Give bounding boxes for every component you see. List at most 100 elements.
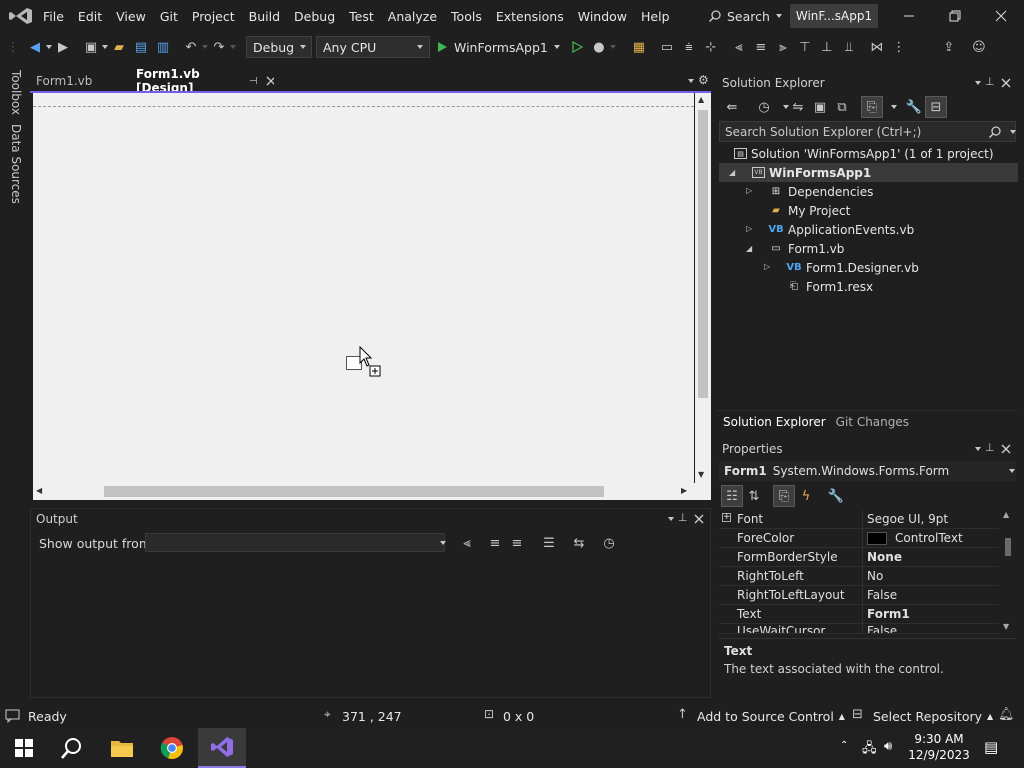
tree-solution[interactable]: ▤ Solution 'WinFormsApp1' (1 of 1 projec… [734, 144, 994, 163]
scroll-thumb[interactable] [1005, 538, 1011, 556]
sync-icon[interactable]: ⇋ [787, 96, 809, 118]
tree-form1[interactable]: ▭ Form1.vb [768, 239, 844, 258]
tab-order-icon[interactable]: ⩧ [678, 36, 700, 58]
output-source-select[interactable] [145, 533, 446, 552]
notification-center-icon[interactable]: ▤ [984, 738, 998, 756]
solution-configuration-select[interactable]: Debug [246, 36, 312, 58]
tab-overflow-icon[interactable] [688, 79, 694, 83]
property-pages-wrench-icon[interactable]: 🔧 [825, 485, 847, 507]
new-project-icon[interactable]: ▣ [80, 36, 102, 58]
tab-solution-explorer[interactable]: Solution Explorer [723, 415, 826, 429]
timestamp-icon[interactable]: ◷ [598, 532, 620, 554]
property-row-righttoleft[interactable]: RightToLeft No [719, 567, 999, 586]
taskbar-search-button[interactable] [48, 728, 96, 768]
network-icon[interactable]: 🖧︎ [862, 739, 877, 761]
menu-file[interactable]: File [36, 0, 71, 32]
collapse-all-icon[interactable]: ▣ [809, 96, 831, 118]
align-middles-icon[interactable]: ⊥ [816, 36, 838, 58]
tree-application-events[interactable]: VB ApplicationEvents.vb [768, 220, 914, 239]
next-message-icon[interactable]: ≡ [506, 532, 528, 554]
minimize-button[interactable] [886, 0, 932, 32]
toolbox-tab[interactable]: Toolbox [9, 70, 23, 115]
align-lefts-icon[interactable]: ⫷ [728, 36, 750, 58]
previous-message-icon[interactable]: ≡ [484, 532, 506, 554]
pin-icon[interactable]: ⊥ [985, 441, 995, 454]
align-rights-icon[interactable]: ⫸ [772, 36, 794, 58]
menu-build[interactable]: Build [242, 0, 287, 32]
menu-help[interactable]: Help [634, 0, 677, 32]
categorized-icon[interactable]: ☷ [721, 485, 743, 507]
redo-icon[interactable]: ↷ [208, 36, 230, 58]
property-row-text[interactable]: Text Form1 [719, 605, 999, 624]
visual-studio-logo-icon[interactable] [8, 6, 34, 26]
form-design-surface[interactable] [33, 107, 694, 483]
tab-form1-design[interactable]: Form1.vb [Design] ⊣ [130, 67, 280, 95]
property-row-usewaitcursor[interactable]: UseWaitCursor False [719, 624, 999, 634]
menu-test[interactable]: Test [342, 0, 381, 32]
expand-plus-icon[interactable]: + [722, 513, 731, 522]
property-row-forecolor[interactable]: ForeColor ControlText [719, 529, 999, 548]
pin-icon[interactable]: ⊥ [678, 511, 688, 524]
panel-menu-icon[interactable] [668, 517, 674, 521]
close-icon[interactable] [694, 514, 704, 524]
hot-reload-icon[interactable]: ● [588, 36, 610, 58]
navigate-forward-icon[interactable]: ▶ [52, 36, 74, 58]
expand-arrow-icon[interactable]: ▷ [764, 262, 774, 271]
properties-object-select[interactable]: Form1 System.Windows.Forms.Form [719, 461, 1016, 481]
tree-form1-designer[interactable]: VB Form1.Designer.vb [786, 258, 919, 277]
make-same-size-icon[interactable]: ⋈ [866, 36, 888, 58]
collapse-arrow-icon[interactable]: ◢ [729, 168, 739, 177]
save-all-icon[interactable]: ▥ [152, 36, 174, 58]
start-button[interactable] [0, 728, 48, 768]
solution-platform-select[interactable]: Any CPU [316, 36, 430, 58]
tab-form1-vb[interactable]: Form1.vb [30, 70, 126, 92]
close-tab-icon[interactable] [266, 76, 274, 86]
solution-search-input[interactable]: Search Solution Explorer (Ctrl+;) [719, 121, 1016, 142]
vertical-scroll-thumb[interactable] [698, 110, 708, 398]
start-without-debugging-icon[interactable] [566, 36, 588, 58]
close-icon[interactable] [1001, 444, 1011, 454]
menu-analyze[interactable]: Analyze [381, 0, 444, 32]
align-to-grid-icon[interactable]: ⊹ [700, 36, 722, 58]
property-row-font[interactable]: + Font Segoe UI, 9pt [719, 510, 999, 529]
align-tops-icon[interactable]: ⊤ [794, 36, 816, 58]
property-row-formborderstyle[interactable]: FormBorderStyle None [719, 548, 999, 567]
menu-extensions[interactable]: Extensions [489, 0, 571, 32]
expand-arrow-icon[interactable]: ▷ [746, 224, 756, 233]
system-tray-chevron-icon[interactable]: ⌃ [840, 740, 848, 751]
pin-icon[interactable]: ⊣ [249, 76, 258, 87]
scroll-up-icon[interactable]: ▲ [698, 95, 704, 104]
chevron-down-icon[interactable] [609, 45, 616, 49]
navigate-back-icon[interactable]: ◀ [24, 36, 46, 58]
open-folder-icon[interactable]: ▰ [108, 36, 130, 58]
file-explorer-button[interactable] [98, 728, 146, 768]
properties-wrench-icon[interactable]: 🔧 [903, 96, 925, 118]
tree-my-project[interactable]: ▰ My Project [768, 201, 850, 220]
chevron-down-icon[interactable] [891, 105, 897, 109]
align-centers-icon[interactable]: ≡ [750, 36, 772, 58]
history-icon[interactable]: ◷ [753, 96, 775, 118]
alphabetical-icon[interactable]: ⇅ [743, 485, 765, 507]
search-button[interactable]: Search [702, 4, 788, 28]
expand-arrow-icon[interactable]: ▷ [746, 186, 756, 195]
menu-window[interactable]: Window [571, 0, 634, 32]
horizontal-scroll-thumb[interactable] [104, 486, 604, 497]
chrome-button[interactable] [148, 728, 196, 768]
close-icon[interactable] [1001, 78, 1011, 88]
chevron-down-icon[interactable] [230, 45, 236, 49]
feedback-icon[interactable]: ☺ [968, 36, 990, 58]
undo-icon[interactable]: ↶ [180, 36, 202, 58]
live-share-icon[interactable]: ⇪ [938, 36, 960, 58]
preview-icon[interactable]: ⊟ [925, 96, 947, 118]
panel-menu-icon[interactable] [975, 81, 981, 85]
properties-scrollbar[interactable]: ▲ ▼ [1000, 510, 1016, 634]
switch-views-icon[interactable]: ⇚ [721, 96, 743, 118]
solution-name-badge[interactable]: WinF...sApp1 [790, 4, 878, 28]
tab-git-changes[interactable]: Git Changes [836, 415, 909, 429]
clear-all-icon[interactable]: ☰ [538, 532, 560, 554]
toolbar-overflow-icon[interactable]: ⋮ [888, 36, 910, 58]
notifications-output-icon[interactable] [5, 709, 20, 723]
word-wrap-icon[interactable]: ⇆ [568, 532, 590, 554]
menu-debug[interactable]: Debug [287, 0, 342, 32]
scroll-down-icon[interactable]: ▼ [698, 470, 704, 479]
